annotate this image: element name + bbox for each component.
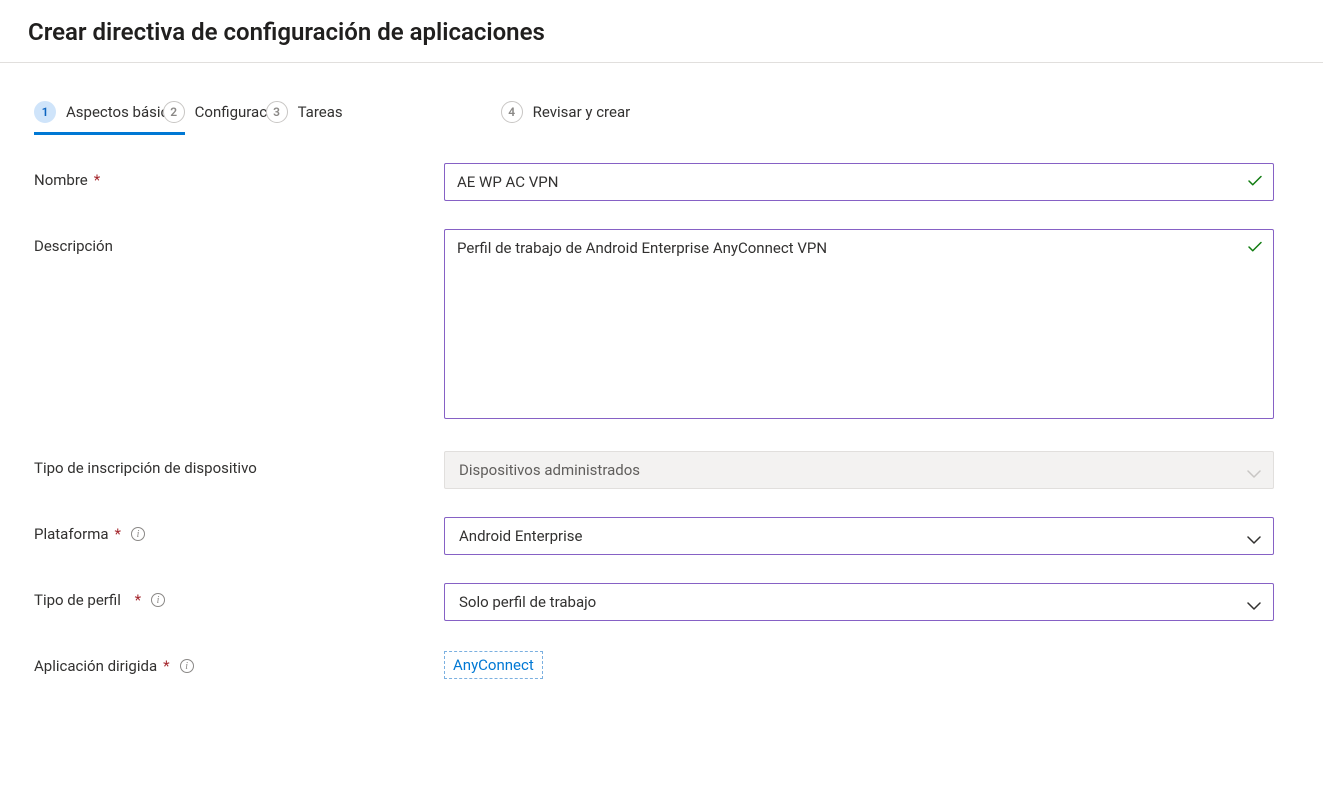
step-number-icon: 1: [34, 101, 56, 123]
wizard-step-tasks[interactable]: 3 Tareas: [266, 101, 343, 133]
page-content: 1 Aspectos básicos 2 Configuración 3 Tar…: [0, 63, 1323, 699]
form: Nombre* Descripción Tipo de inscripc: [34, 163, 1294, 679]
label-text: Descripción: [34, 237, 113, 255]
platform-select[interactable]: Android Enterprise: [444, 517, 1274, 555]
name-field-wrap: [444, 163, 1274, 201]
page-root: Crear directiva de configuración de apli…: [0, 0, 1323, 699]
info-icon[interactable]: i: [131, 527, 145, 541]
label-text: Tipo de perfil: [34, 591, 121, 609]
required-asterisk: *: [94, 171, 100, 189]
info-icon[interactable]: i: [151, 593, 165, 607]
select-value: Dispositivos administrados: [459, 461, 640, 479]
step-label: Tareas: [298, 103, 343, 121]
label-platform: Plataforma * i: [34, 517, 444, 543]
targeted-app-wrap: AnyConnect: [444, 649, 1294, 679]
profile-type-select[interactable]: Solo perfil de trabajo: [444, 583, 1274, 621]
select-value: Solo perfil de trabajo: [459, 593, 596, 611]
required-asterisk: *: [163, 657, 169, 675]
label-text: Nombre: [34, 171, 88, 189]
label-description: Descripción: [34, 229, 444, 255]
chevron-down-icon: [1247, 597, 1261, 607]
targeted-app-link[interactable]: AnyConnect: [444, 651, 543, 679]
checkmark-icon: [1246, 238, 1264, 256]
chevron-down-icon: [1247, 465, 1261, 475]
step-number-icon: 3: [266, 101, 288, 123]
wizard-steps: 1 Aspectos básicos 2 Configuración 3 Tar…: [34, 101, 1295, 133]
chevron-down-icon: [1247, 531, 1261, 541]
step-number-icon: 4: [501, 101, 523, 123]
label-name: Nombre *: [34, 163, 444, 189]
label-profile-type: Tipo de perfil * i: [34, 583, 444, 609]
checkmark-icon: [1246, 172, 1264, 190]
select-value: Android Enterprise: [459, 527, 582, 545]
description-field-wrap: [444, 229, 1274, 423]
required-asterisk: *: [135, 591, 141, 609]
page-header: Crear directiva de configuración de apli…: [0, 0, 1323, 63]
info-icon[interactable]: i: [180, 659, 194, 673]
label-targeted-app: Aplicación dirigida * i: [34, 649, 444, 675]
enrollment-type-select: Dispositivos administrados: [444, 451, 1274, 489]
required-asterisk: *: [115, 525, 121, 543]
label-text: Aplicación dirigida: [34, 657, 157, 675]
step-label: Revisar y crear: [533, 103, 631, 121]
page-title: Crear directiva de configuración de apli…: [28, 18, 1295, 46]
label-enrollment-type: Tipo de inscripción de dispositivo: [34, 451, 444, 477]
step-number-icon: 2: [163, 101, 185, 123]
description-textarea[interactable]: [444, 229, 1274, 419]
wizard-step-review-create[interactable]: 4 Revisar y crear: [501, 101, 631, 133]
label-text: Tipo de inscripción de dispositivo: [34, 459, 257, 477]
name-input[interactable]: [444, 163, 1274, 201]
label-text: Plataforma: [34, 525, 109, 543]
